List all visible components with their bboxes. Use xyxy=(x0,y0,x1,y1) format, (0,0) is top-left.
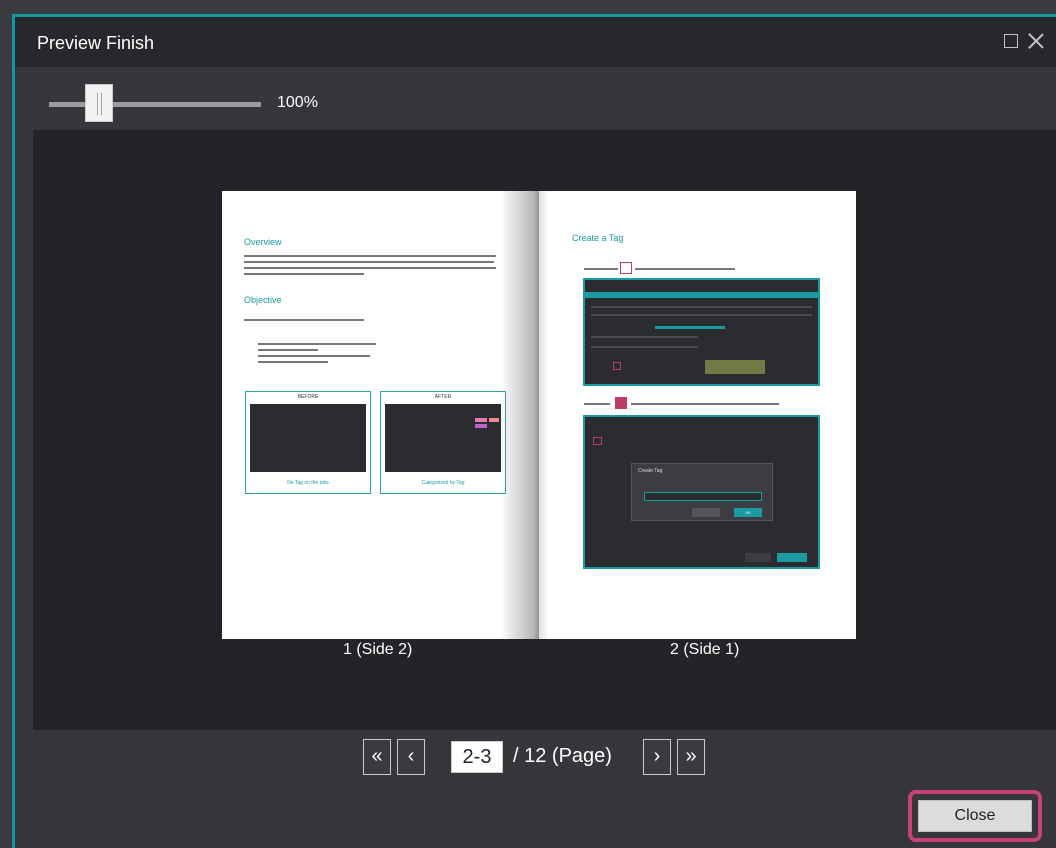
close-button[interactable]: Close xyxy=(918,800,1032,832)
close-button-highlight: Close xyxy=(908,790,1042,842)
step-line xyxy=(584,403,610,405)
shot-row xyxy=(591,346,698,348)
before-label: BEFORE xyxy=(297,394,319,400)
outer-ok xyxy=(777,553,807,562)
bullet-line xyxy=(258,361,328,363)
dialog-title: Create Tag xyxy=(638,468,663,474)
shot-row xyxy=(591,306,812,308)
tag-chip xyxy=(475,418,487,422)
gutter-shadow xyxy=(500,191,540,639)
add-tag-highlight xyxy=(613,362,621,370)
outer-cancel xyxy=(745,553,771,562)
prev-page-button[interactable]: ‹ xyxy=(397,739,425,775)
right-page-caption: 2 (Side 1) xyxy=(670,641,740,658)
text-line xyxy=(244,261,494,263)
before-caption: No Tag on the jobs xyxy=(287,480,329,486)
tag-chip xyxy=(475,424,487,428)
page-total-label: / 12 (Page) xyxy=(513,745,612,767)
window-controls xyxy=(1004,33,1044,49)
after-screenshot xyxy=(385,404,501,472)
plus-icon-highlight xyxy=(615,397,627,409)
shot-row xyxy=(591,314,812,316)
title-bar: Preview Finish xyxy=(15,17,1056,67)
bullet-line xyxy=(258,355,370,357)
zoom-control: 100% xyxy=(15,67,1056,131)
after-caption: Categorized by Tag xyxy=(421,480,465,486)
overview-heading: Overview xyxy=(244,237,282,247)
text-line xyxy=(244,255,496,257)
selected-row xyxy=(655,326,725,329)
last-page-button[interactable]: » xyxy=(677,739,705,775)
bullet-line xyxy=(258,343,376,345)
step-line xyxy=(635,268,735,270)
next-page-button[interactable]: › xyxy=(643,739,671,775)
right-page: Create a Tag Create Tag OK xyxy=(539,191,856,639)
create-tag-dialog: Create Tag OK xyxy=(631,463,773,521)
window-title: Preview Finish xyxy=(37,33,155,53)
zoom-slider-track[interactable] xyxy=(49,102,261,107)
highlight-block xyxy=(705,360,765,374)
page-spread: Overview Objective BEFORE No Tag on the … xyxy=(222,191,856,639)
zoom-value: 100% xyxy=(277,94,318,111)
before-frame: BEFORE No Tag on the jobs xyxy=(245,391,371,494)
gutter-shadow-right xyxy=(539,191,549,639)
zoom-slider-thumb[interactable] xyxy=(85,84,113,122)
dialog-ok: OK xyxy=(734,508,762,517)
step-line xyxy=(584,268,618,270)
create-tag-heading: Create a Tag xyxy=(572,233,624,243)
after-frame: AFTER Categorized by Tag xyxy=(380,391,506,494)
create-tag-screenshot: Create Tag OK xyxy=(583,415,820,569)
text-line xyxy=(244,319,364,321)
preview-area: Overview Objective BEFORE No Tag on the … xyxy=(33,130,1056,730)
step-line xyxy=(631,403,779,405)
bullet-line xyxy=(258,349,318,351)
left-page-caption: 1 (Side 2) xyxy=(343,641,413,658)
tag-list-screenshot xyxy=(583,278,820,386)
page-navigator: « ‹ 2-3 / 12 (Page) › » xyxy=(15,739,1056,779)
left-page: Overview Objective BEFORE No Tag on the … xyxy=(222,191,540,639)
preview-finish-window: Preview Finish 100% Overview Objective B… xyxy=(12,14,1056,848)
dialog-name-input xyxy=(644,492,762,501)
before-screenshot xyxy=(250,404,366,472)
maximize-icon[interactable] xyxy=(1004,34,1018,48)
objective-heading: Objective xyxy=(244,295,282,305)
text-line xyxy=(244,273,364,275)
close-icon[interactable] xyxy=(1028,33,1044,49)
text-line xyxy=(244,267,496,269)
dialog-cancel xyxy=(692,508,720,517)
tag-chip xyxy=(489,418,499,422)
shot-row xyxy=(591,336,698,338)
shot-header-bar xyxy=(585,292,818,298)
add-button-highlight xyxy=(593,437,602,445)
page-number-input[interactable]: 2-3 xyxy=(451,741,503,773)
after-label: AFTER xyxy=(434,394,452,400)
first-page-button[interactable]: « xyxy=(363,739,391,775)
tag-icon-highlight xyxy=(620,262,632,274)
